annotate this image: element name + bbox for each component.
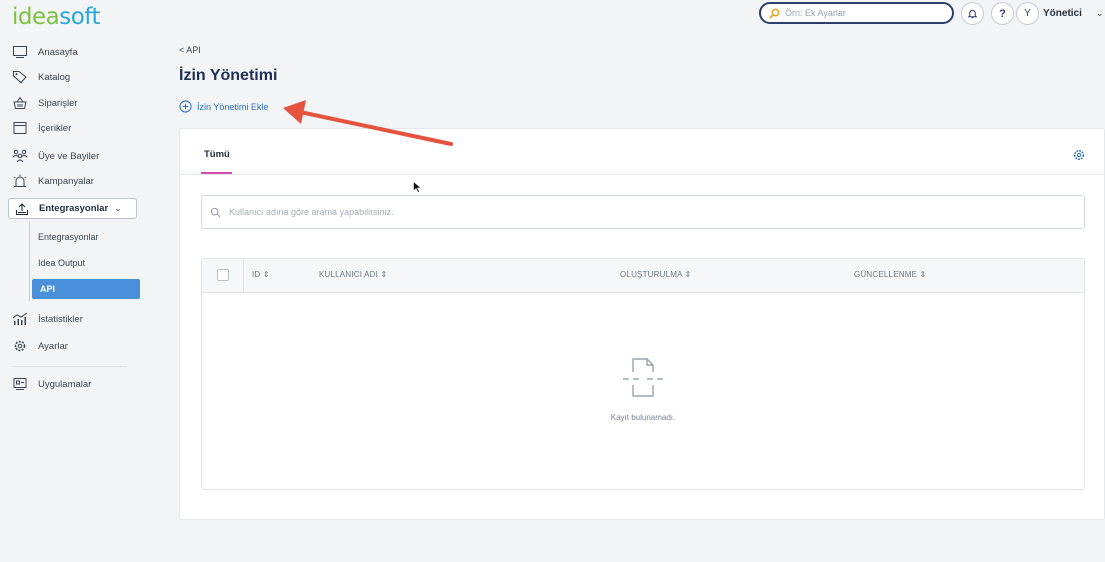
chart-icon xyxy=(12,312,28,325)
mouse-cursor-icon xyxy=(413,181,422,193)
select-all-checkbox[interactable] xyxy=(217,269,229,281)
sidebar-item-kampanyalar[interactable]: Kampanyalar xyxy=(12,171,94,191)
sidebar-item-label: Ayarlar xyxy=(38,340,68,352)
user-avatar[interactable]: Y xyxy=(1016,2,1039,25)
search-icon xyxy=(769,8,780,18)
submenu-item-api[interactable]: API xyxy=(32,279,140,299)
tab-divider xyxy=(180,174,1104,175)
logo-part-soft: soft xyxy=(59,4,100,30)
sidebar-item-label: İstatistikler xyxy=(38,313,83,325)
table-search[interactable] xyxy=(201,195,1085,229)
sidebar-item-label: Entegrasyonlar xyxy=(39,203,109,214)
sidebar-item-siparisler[interactable]: Siparişler xyxy=(12,93,78,113)
sidebar-item-anasayfa[interactable]: Anasayfa xyxy=(12,42,78,62)
empty-document-icon xyxy=(623,358,663,397)
ideasoft-logo[interactable]: ideasoft xyxy=(12,4,100,30)
submenu-item-entegrasyonlar[interactable]: Entegrasyonlar xyxy=(38,232,99,242)
settings-gear-icon[interactable] xyxy=(1073,149,1085,161)
sidebar-item-uygulamalar[interactable]: Uygulamalar xyxy=(12,374,91,394)
sidebar-item-label: İçerikler xyxy=(38,122,72,134)
global-search[interactable] xyxy=(759,2,954,24)
column-header-updated[interactable]: GÜNCELLENME ⇕ xyxy=(854,270,926,279)
sidebar-item-katalog[interactable]: Katalog xyxy=(12,67,70,87)
page-title: İzin Yönetimi xyxy=(179,67,278,84)
table-header: ID ⇕ KULLANICI ADI ⇕ OLUŞTURULMA ⇕ GÜNCE… xyxy=(202,259,1084,293)
apps-icon xyxy=(13,378,27,390)
sidebar-item-label: Anasayfa xyxy=(38,46,78,58)
tab-tumu[interactable]: Tümü xyxy=(204,149,230,160)
sidebar-item-label: Katalog xyxy=(38,71,71,83)
submenu-item-idea-output[interactable]: Idea Output xyxy=(38,258,85,268)
header-separator xyxy=(243,259,244,293)
document-icon xyxy=(13,122,27,134)
monitor-icon xyxy=(13,46,27,58)
column-header-username[interactable]: KULLANICI ADI ⇕ xyxy=(319,270,387,279)
column-header-id[interactable]: ID ⇕ xyxy=(252,270,270,279)
sidebar-item-label: Siparişler xyxy=(38,97,78,109)
basket-icon xyxy=(13,96,27,109)
sidebar-item-label: Üye ve Bayiler xyxy=(38,150,100,162)
sidebar-item-label: Kampanyalar xyxy=(38,175,94,187)
chevron-down-icon[interactable]: ⌄ xyxy=(1096,8,1104,19)
tag-icon xyxy=(13,71,27,84)
global-search-input[interactable] xyxy=(785,8,935,18)
bell-icon xyxy=(967,9,978,19)
help-button[interactable]: ? xyxy=(991,2,1014,25)
sidebar-divider xyxy=(12,366,127,367)
upload-icon xyxy=(15,202,29,215)
add-permission-label: İzin Yönetimi Ekle xyxy=(197,101,269,112)
submenu-guide-line xyxy=(29,221,30,301)
siren-icon xyxy=(13,174,27,187)
back-link[interactable]: < API xyxy=(179,45,201,55)
permissions-table: ID ⇕ KULLANICI ADI ⇕ OLUŞTURULMA ⇕ GÜNCE… xyxy=(201,258,1085,490)
sidebar-item-istatistikler[interactable]: İstatistikler xyxy=(12,309,83,329)
permissions-card: Tümü ID ⇕ KULLANICI ADI ⇕ OLUŞTURULMA ⇕ … xyxy=(179,128,1105,520)
logo-part-idea: idea xyxy=(12,4,60,30)
add-permission-button[interactable]: İzin Yönetimi Ekle xyxy=(179,100,268,113)
search-icon xyxy=(210,207,221,217)
plus-circle-icon xyxy=(179,100,192,113)
notifications-button[interactable] xyxy=(961,2,984,25)
column-header-created[interactable]: OLUŞTURULMA ⇕ xyxy=(620,270,692,279)
sidebar-item-label: Uygulamalar xyxy=(38,378,92,390)
sidebar-item-icerikler[interactable]: İçerikler xyxy=(12,118,71,138)
gear-icon xyxy=(14,340,26,352)
chevron-down-icon: ⌄ xyxy=(114,203,122,213)
username-search-input[interactable] xyxy=(229,207,829,217)
user-name[interactable]: Yönetici xyxy=(1043,8,1082,19)
sidebar-item-entegrasyonlar[interactable]: Entegrasyonlar ⌄ xyxy=(8,198,137,219)
empty-state-text: Kayıt bulunamadı. xyxy=(610,413,676,422)
sidebar-item-uye-ve-bayiler[interactable]: Üye ve Bayiler xyxy=(12,146,99,166)
sidebar-item-ayarlar[interactable]: Ayarlar xyxy=(12,336,68,356)
users-icon xyxy=(12,149,28,163)
